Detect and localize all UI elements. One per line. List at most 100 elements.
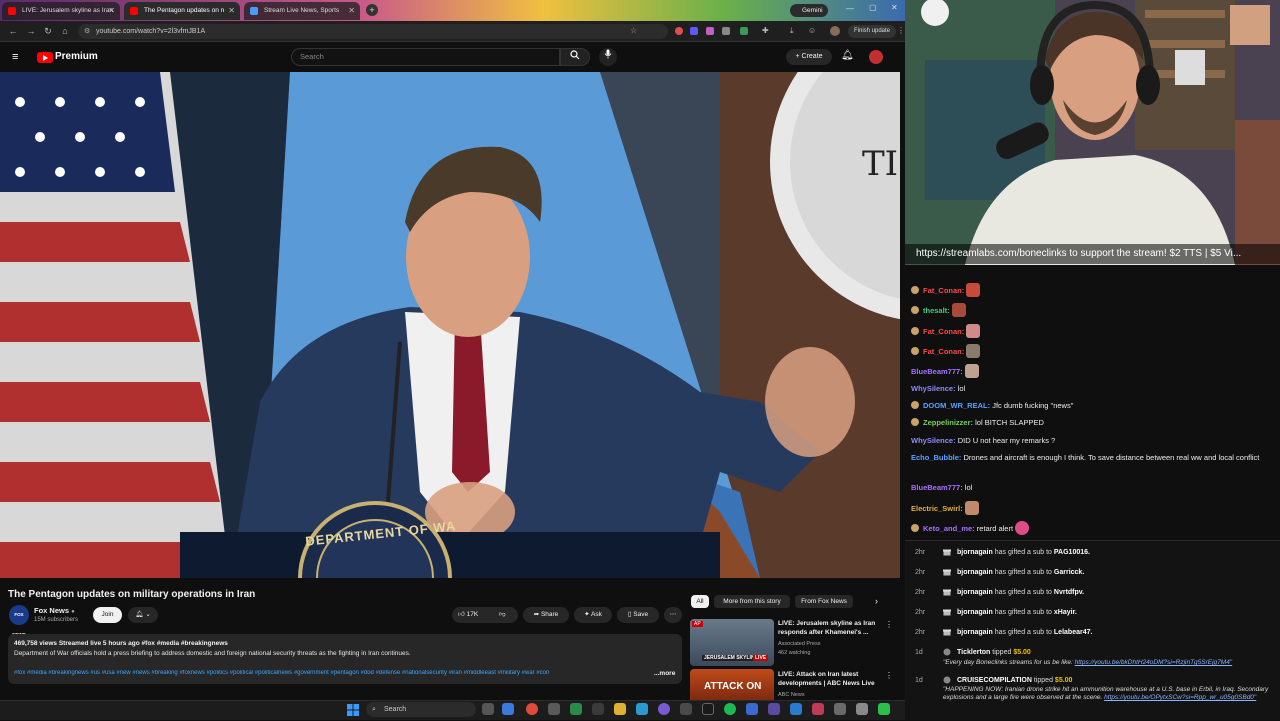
chat-username[interactable]: Electric_Swirl: (911, 504, 963, 513)
join-button[interactable]: Join (93, 607, 122, 623)
extension-icon[interactable] (740, 27, 748, 35)
site-info-icon[interactable]: ⚙ (84, 24, 90, 39)
chat-username[interactable]: Keto_and_me: (923, 524, 975, 533)
chat-username[interactable]: Fat_Conan: (923, 347, 964, 356)
avatar[interactable] (869, 50, 883, 64)
app-icon[interactable] (878, 703, 890, 715)
file-explorer-icon[interactable] (614, 703, 626, 715)
browser-tab[interactable]: LIVE: Jerusalem skyline as Iran ✕ (2, 2, 120, 20)
channel-name-link[interactable]: Fox News ● (34, 606, 75, 615)
browser-tab[interactable]: Stream Live News, Sports ✕ (244, 2, 360, 20)
chip-more-from-story[interactable]: More from this story (714, 595, 790, 608)
chat-username[interactable]: Fat_Conan: (923, 327, 964, 336)
create-button[interactable]: + Create (786, 49, 832, 65)
channel-avatar[interactable]: FOX NEWS (9, 605, 29, 637)
finish-update-button[interactable]: Finish update (848, 25, 896, 38)
tip-link[interactable]: https://youtu.be/OPytxSCw?si=Rpp_wr_u05g… (1104, 694, 1256, 701)
app-icon[interactable] (658, 703, 670, 715)
share-button[interactable]: ➦ Share (523, 607, 569, 623)
chat-username[interactable]: WhySilence: (911, 384, 956, 393)
app-icon[interactable] (790, 703, 802, 715)
close-tab-icon[interactable]: ✕ (108, 2, 115, 20)
rec-channel[interactable]: ABC News (778, 692, 805, 698)
app-icon[interactable] (592, 703, 604, 715)
chat-username[interactable]: Zeppelinizzer: (923, 418, 973, 427)
search-input[interactable]: Search (291, 48, 560, 66)
download-icon[interactable]: ⤓ (790, 26, 794, 36)
search-button[interactable] (560, 48, 590, 66)
extension-icon[interactable] (690, 27, 698, 35)
more-actions-button[interactable]: ⋯ (664, 607, 682, 623)
youtube-logo-text[interactable]: Premium (55, 51, 98, 62)
spotify-icon[interactable] (724, 703, 736, 715)
chip-all[interactable]: All (691, 595, 709, 608)
app-icon[interactable] (548, 703, 560, 715)
app-icon[interactable] (746, 703, 758, 715)
youtube-logo-icon[interactable] (37, 52, 53, 63)
event-user: bjornagain (957, 569, 993, 576)
chrome-icon[interactable] (526, 703, 538, 715)
voice-search-button[interactable] (599, 48, 617, 66)
extension-icon[interactable] (722, 27, 730, 35)
chat-username[interactable]: BlueBeam777: (911, 483, 963, 492)
rec-more-icon[interactable]: ⋮ (885, 671, 893, 680)
chat-username[interactable]: WhySilence: (911, 436, 956, 445)
avatar[interactable] (830, 26, 840, 36)
video-player[interactable]: DEPARTMENT OF WA TI (0, 72, 900, 578)
app-icon[interactable] (856, 703, 868, 715)
description-hashtags[interactable]: #fox #media #breakingnews #us #usa #new … (14, 670, 654, 676)
chevron-right-icon[interactable]: › (875, 596, 878, 606)
save-button[interactable]: ▯ Save (617, 607, 659, 623)
home-icon[interactable]: ⌂ (58, 24, 72, 38)
ask-button[interactable]: ✦ Ask (574, 607, 612, 623)
app-icon[interactable] (636, 703, 648, 715)
reload-icon[interactable]: ↻ (41, 24, 55, 38)
address-bar[interactable]: ⚙ youtube.com/watch?v=2l3vfmJB1A (78, 24, 668, 39)
rec-thumbnail[interactable]: AP JERUSALEM SKYLINE LIVE (690, 619, 774, 666)
taskbar-search-input[interactable]: ⌕ Search (366, 702, 476, 717)
dislike-button[interactable]: 👎︎ (499, 607, 506, 623)
tipper-name: CRUISECOMPILATION (957, 677, 1032, 684)
app-icon[interactable] (680, 703, 692, 715)
bookmark-star-icon[interactable]: ☆ (630, 26, 637, 35)
extension-icon[interactable] (675, 27, 683, 35)
chat-username[interactable]: thesalt: (923, 306, 950, 315)
close-window-icon[interactable]: ✕ (891, 3, 898, 12)
rec-title[interactable]: LIVE: Attack on Iran latest developments… (778, 671, 882, 688)
back-icon[interactable]: ← (6, 24, 20, 38)
gemini-button[interactable]: Gemini (790, 4, 828, 17)
forward-icon[interactable]: → (24, 24, 38, 38)
new-tab-icon[interactable]: + (366, 4, 378, 16)
tip-link[interactable]: https://youtu.be/bkDhtH24oDM?si=RzjinTg5… (1075, 659, 1232, 666)
app-icon[interactable] (502, 703, 514, 715)
rec-channel[interactable]: Associated Press (778, 641, 821, 647)
chat-username[interactable]: Fat_Conan: (923, 286, 964, 295)
rec-more-icon[interactable]: ⋮ (885, 620, 893, 629)
chip-from-fox-news[interactable]: From Fox News (795, 595, 853, 608)
browser-tab-active[interactable]: The Pentagon updates on n ✕ (124, 2, 240, 20)
extension-icon[interactable] (706, 27, 714, 35)
minimize-icon[interactable]: — (846, 4, 854, 13)
chat-username[interactable]: Echo_Bubble: (911, 453, 961, 462)
like-button[interactable]: 👍︎ 17K (458, 607, 478, 623)
chat-username[interactable]: DOOM_WR_REAL: (923, 401, 990, 410)
app-icon[interactable] (834, 703, 846, 715)
close-tab-icon[interactable]: ✕ (348, 2, 355, 20)
show-more-link[interactable]: ...more (654, 670, 675, 677)
windows-start-icon[interactable] (347, 703, 359, 716)
close-tab-icon[interactable]: ✕ (228, 2, 235, 20)
profile-icon[interactable]: ☺ (808, 26, 816, 35)
app-icon[interactable] (570, 703, 582, 715)
more-menu-icon[interactable]: ⋮ (897, 26, 905, 35)
app-icon[interactable] (812, 703, 824, 715)
task-view-icon[interactable] (482, 703, 494, 715)
notifications-bell-icon[interactable]: 🔔︎ (841, 50, 854, 61)
subscribed-bell-button[interactable]: 🔔︎ ⌄ (128, 607, 158, 623)
extensions-puzzle-icon[interactable]: ✚ (762, 26, 769, 35)
hamburger-menu-icon[interactable]: ≡ (12, 51, 18, 63)
app-icon[interactable] (768, 703, 780, 715)
maximize-icon[interactable]: ▢ (869, 3, 877, 12)
app-icon[interactable] (702, 703, 714, 715)
rec-title[interactable]: LIVE: Jerusalem skyline as Iran responds… (778, 620, 882, 637)
chat-username[interactable]: BlueBeam777: (911, 367, 963, 376)
